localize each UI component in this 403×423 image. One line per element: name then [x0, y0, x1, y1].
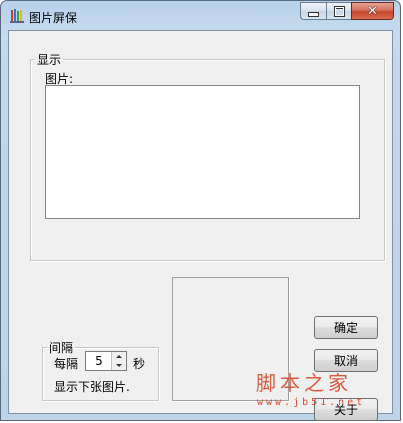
every-label: 每隔	[54, 357, 79, 371]
stepper-down-icon[interactable]	[112, 361, 126, 370]
next-picture-label: 显示下张图片.	[54, 380, 130, 394]
maximize-icon	[327, 3, 351, 19]
close-button[interactable]: ✕	[351, 2, 394, 20]
caption-buttons: ✕	[300, 2, 394, 21]
screensaver-pencils-icon	[9, 8, 25, 24]
picture-list[interactable]	[45, 85, 360, 219]
ok-button[interactable]: 确定	[314, 316, 378, 339]
app-window: 图片屏保 ✕ 显示 图片: 间隔 每隔 5 秒 显示下张图片. 确定 取消 关于…	[0, 0, 401, 421]
minimize-icon	[301, 3, 326, 19]
close-icon: ✕	[367, 3, 378, 19]
seconds-stepper[interactable]: 5	[85, 351, 127, 371]
watermark-url: www.jb51.net	[257, 397, 366, 408]
watermark-text: 脚本之家	[256, 371, 352, 395]
stepper-arrows	[111, 352, 126, 370]
display-group-legend: 显示	[37, 53, 62, 67]
seconds-input[interactable]: 5	[86, 354, 112, 368]
maximize-button[interactable]	[326, 2, 351, 20]
interval-group-legend: 间隔	[49, 341, 74, 355]
window-title: 图片屏保	[29, 11, 78, 25]
stepper-up-icon[interactable]	[112, 352, 126, 361]
minimize-button[interactable]	[300, 2, 326, 20]
title-bar[interactable]: 图片屏保 ✕	[1, 1, 400, 31]
dialog-client-area: 显示 图片: 间隔 每隔 5 秒 显示下张图片. 确定 取消 关于 脚本之家 w…	[8, 30, 393, 421]
seconds-unit-label: 秒	[133, 357, 146, 371]
